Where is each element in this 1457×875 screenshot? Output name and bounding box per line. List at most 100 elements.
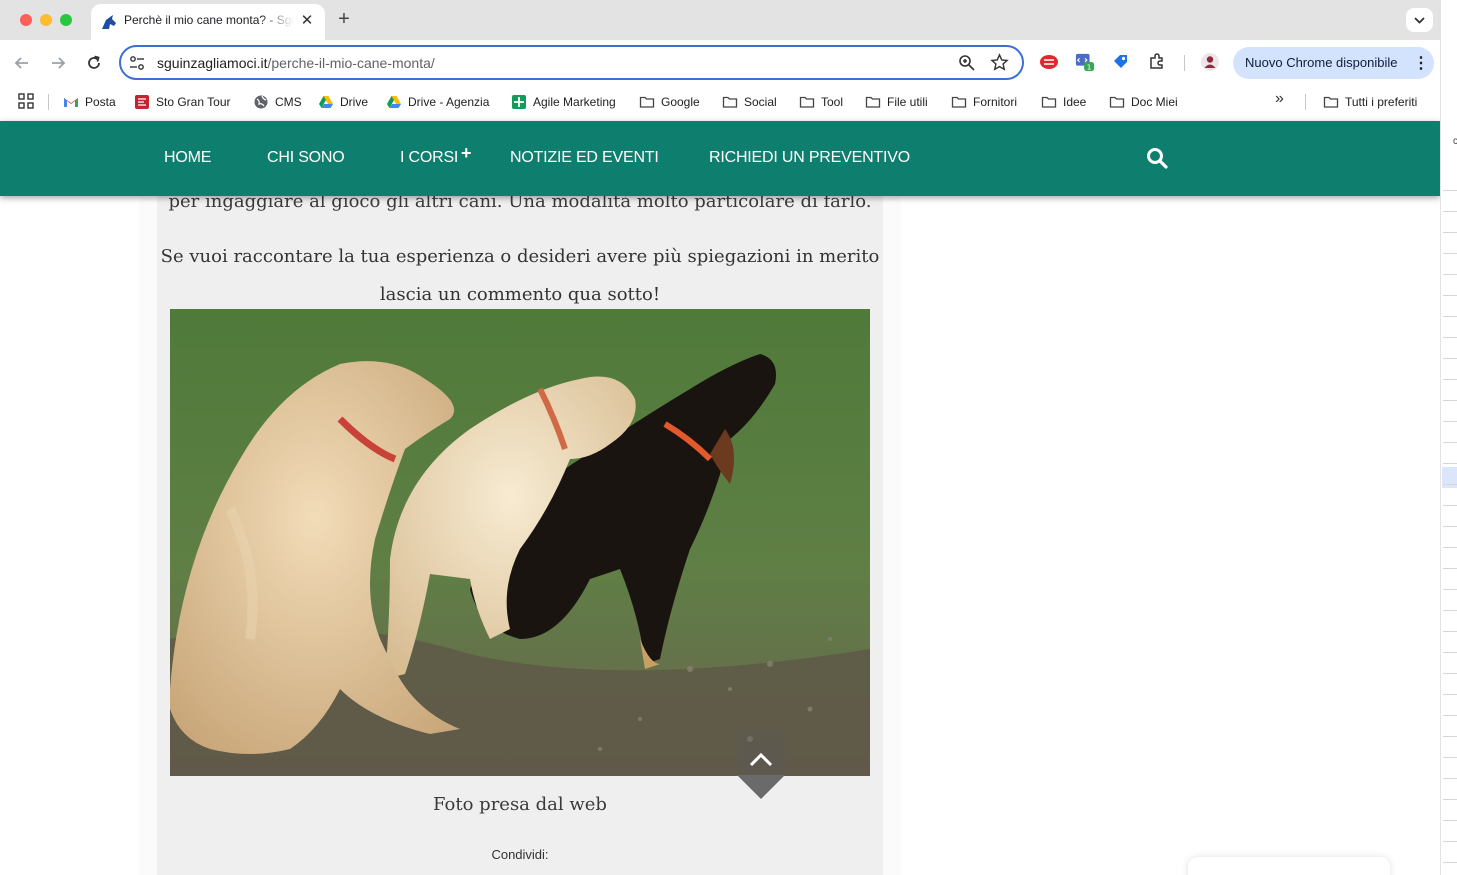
adjacent-window-rule <box>1443 211 1457 212</box>
bookmark-sto-gran-tour[interactable]: Sto Gran Tour <box>134 92 230 112</box>
bookmark-fornitori[interactable]: Fornitori <box>951 92 1017 112</box>
bookmark-label: CMS <box>275 95 302 109</box>
adjacent-window-rule <box>1443 253 1457 254</box>
adjacent-window-rule <box>1443 295 1457 296</box>
close-tab-icon[interactable]: ✕ <box>298 12 316 30</box>
all-bookmarks[interactable]: Tutti i preferiti <box>1323 92 1417 112</box>
back-arrow-icon[interactable] <box>11 52 33 74</box>
chat-widget-tab[interactable] <box>1188 857 1390 875</box>
bookmark-label: Agile Marketing <box>533 95 616 109</box>
maximize-window-button[interactable] <box>60 14 72 26</box>
adjacent-window-rule <box>1443 736 1457 737</box>
apps-grid-icon[interactable] <box>18 93 34 109</box>
new-tab-button[interactable]: + <box>334 9 354 29</box>
adjacent-window-rule <box>1443 694 1457 695</box>
toolbar-separator <box>1184 55 1185 71</box>
all-bookmarks-label: Tutti i preferiti <box>1345 95 1418 109</box>
folder-icon <box>799 96 815 108</box>
folder-icon <box>722 96 738 108</box>
search-icon[interactable] <box>1146 147 1168 169</box>
zoom-icon[interactable] <box>958 54 976 72</box>
bookmark-google[interactable]: Google <box>639 92 700 112</box>
gmail-icon <box>64 98 78 107</box>
sheets-icon <box>512 95 526 109</box>
adjacent-window-rule <box>1443 673 1457 674</box>
minimize-window-button[interactable] <box>40 14 52 26</box>
bookmark-label: Tool <box>821 95 844 109</box>
tab-search-button[interactable] <box>1406 8 1433 32</box>
page-content: per ingaggiare al gioco gli altri cani. … <box>0 121 1440 875</box>
bookmark-posta[interactable]: Posta <box>63 92 116 112</box>
more-bookmarks-icon[interactable]: » <box>1275 90 1284 108</box>
adjacent-window-rule <box>1443 610 1457 611</box>
bookmark-label: File utili <box>887 95 928 109</box>
site-favicon-icon <box>102 15 116 29</box>
bookmarks-separator <box>48 94 49 110</box>
bookmark-label: Doc Miei <box>1131 95 1178 109</box>
drive-icon <box>387 96 401 108</box>
adjacent-window-rule <box>1443 232 1457 233</box>
browser-window: Perchè il mio cane monta? - Sguinzagliam… <box>0 0 1440 875</box>
bookmarks-separator <box>1305 94 1306 110</box>
active-tab[interactable]: Perchè il mio cane monta? - Sguinzagliam… <box>91 4 325 40</box>
bookmark-drive[interactable]: Drive <box>318 92 368 112</box>
bookmark-star-icon[interactable] <box>990 53 1009 72</box>
bookmark-agile-marketing[interactable]: Agile Marketing <box>511 92 616 112</box>
bookmark-idee[interactable]: Idee <box>1041 92 1086 112</box>
bookmark-label: Sto Gran Tour <box>156 95 231 109</box>
dev-extension-icon[interactable]: 1 <box>1075 52 1095 72</box>
lastpass-extension-icon[interactable] <box>1039 52 1059 72</box>
reload-icon[interactable] <box>83 52 105 74</box>
adjacent-window-rule <box>1443 715 1457 716</box>
nav-home[interactable]: HOME <box>164 149 211 167</box>
chrome-update-label: Nuovo Chrome disponibile <box>1245 55 1398 70</box>
folder-icon <box>639 96 655 108</box>
folder-icon <box>1041 96 1057 108</box>
scroll-to-top-button[interactable] <box>737 729 785 801</box>
share-label: Condividi: <box>491 847 549 862</box>
nav-i-corsi-expand-icon[interactable]: + <box>461 143 472 164</box>
tag-extension-icon[interactable] <box>1111 52 1131 72</box>
adjacent-window-rule <box>1443 337 1457 338</box>
adjacent-window-letter: c <box>1453 136 1457 147</box>
forward-arrow-icon[interactable] <box>47 52 69 74</box>
adjacent-window-rule <box>1443 526 1457 527</box>
nav-chi-sono[interactable]: CHI SONO <box>267 149 345 167</box>
adjacent-window-rule <box>1443 799 1457 800</box>
globe-icon <box>254 95 268 109</box>
sto-gran-tour-icon <box>135 95 149 109</box>
extensions-puzzle-icon[interactable] <box>1147 52 1167 72</box>
bookmark-drive-agenzia[interactable]: Drive - Agenzia <box>386 92 489 112</box>
nav-i-corsi[interactable]: I CORSI <box>400 149 458 167</box>
tab-strip: Perchè il mio cane monta? - Sguinzagliam… <box>0 0 1440 40</box>
adjacent-window-rule <box>1443 631 1457 632</box>
bookmark-label: Fornitori <box>973 95 1018 109</box>
close-window-button[interactable] <box>20 14 32 26</box>
adjacent-window-rule <box>1443 463 1457 464</box>
profile-avatar-icon[interactable] <box>1200 52 1220 72</box>
url-text: sguinzagliamoci.it/perche-il-mio-cane-mo… <box>157 55 435 71</box>
bookmark-tool[interactable]: Tool <box>799 92 843 112</box>
chrome-update-button[interactable]: Nuovo Chrome disponibile ⋮ <box>1233 47 1434 79</box>
adjacent-window-rule <box>1443 442 1457 443</box>
adjacent-window-rule <box>1443 484 1457 485</box>
nav-richiedi-preventivo[interactable]: RICHIEDI UN PREVENTIVO <box>709 149 910 167</box>
bookmark-file-utili[interactable]: File utili <box>865 92 928 112</box>
nav-notizie-ed-eventi[interactable]: NOTIZIE ED EVENTI <box>510 149 659 167</box>
address-bar[interactable]: sguinzagliamoci.it/perche-il-mio-cane-mo… <box>119 45 1024 80</box>
bookmark-social[interactable]: Social <box>722 92 777 112</box>
dogs-photo <box>170 309 870 776</box>
adjacent-window-rule <box>1443 547 1457 548</box>
folder-icon <box>1323 96 1339 108</box>
site-info-icon[interactable] <box>129 55 145 71</box>
bookmark-label: Google <box>661 95 700 109</box>
site-navigation: HOME CHI SONO I CORSI + NOTIZIE ED EVENT… <box>0 121 1440 196</box>
bookmark-cms[interactable]: CMS <box>253 92 302 112</box>
adjacent-window-rule <box>1443 778 1457 779</box>
extension-badge: 1 <box>1087 62 1092 71</box>
adjacent-window-rule <box>1443 589 1457 590</box>
tab-title: Perchè il mio cane monta? - Sguinzagliam… <box>124 13 294 27</box>
bookmark-doc-miei[interactable]: Doc Miei <box>1109 92 1178 112</box>
folder-icon <box>1109 96 1125 108</box>
more-menu-icon[interactable]: ⋮ <box>1413 53 1429 73</box>
